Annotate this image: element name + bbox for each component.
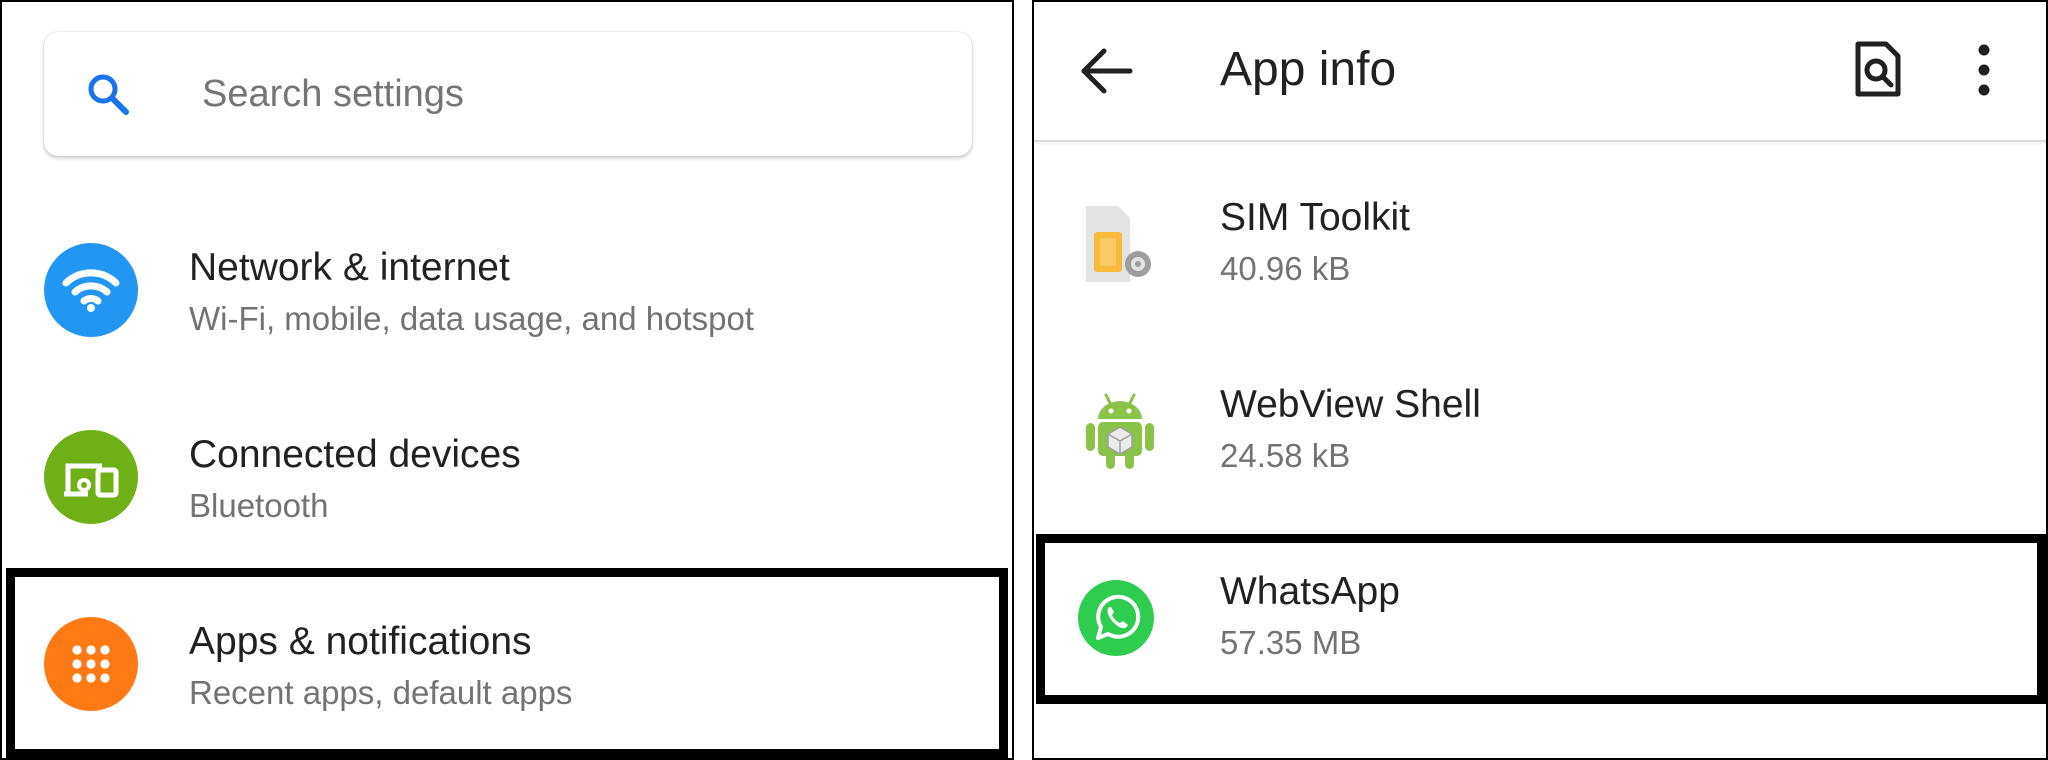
settings-panel: Network & internet Wi-Fi, mobile, data u… [0,0,1014,760]
settings-item-subtitle: Wi-Fi, mobile, data usage, and hotspot [189,300,754,337]
page-title: App info [1220,43,1397,96]
app-name: SIM Toolkit [1220,196,1411,239]
app-list-item-sim-toolkit[interactable]: SIM Toolkit 40.96 kB [1034,162,2046,342]
devices-icon [44,430,138,524]
app-info-panel: App info SIM Toolkit 40.96 kB WebView Sh… [1032,0,2048,760]
search-input[interactable] [202,62,922,126]
sim-toolkit-icon [1086,206,1151,282]
app-size: 40.96 kB [1220,250,1351,287]
highlight-box [1036,534,2046,704]
app-name: WebView Shell [1220,383,1481,426]
settings-item-network[interactable]: Network & internet Wi-Fi, mobile, data u… [2,200,1012,380]
android-webview-icon [1086,393,1154,469]
app-size: 24.58 kB [1220,437,1351,474]
settings-item-title: Network & internet [189,246,510,289]
settings-item-connected-devices[interactable]: Connected devices Bluetooth [2,387,1012,567]
app-bar: App info [1034,2,2046,142]
settings-item-subtitle: Bluetooth [189,487,329,524]
more-vert-icon[interactable] [1972,42,1996,98]
search-bar[interactable] [44,32,972,156]
settings-item-title: Connected devices [189,433,521,476]
app-list-item-webview-shell[interactable]: WebView Shell 24.58 kB [1034,349,2046,529]
search-icon[interactable] [84,70,132,118]
document-search-icon[interactable] [1852,40,1904,98]
wifi-icon [44,243,138,337]
back-arrow-icon[interactable] [1078,46,1134,96]
highlight-box [6,568,1008,758]
